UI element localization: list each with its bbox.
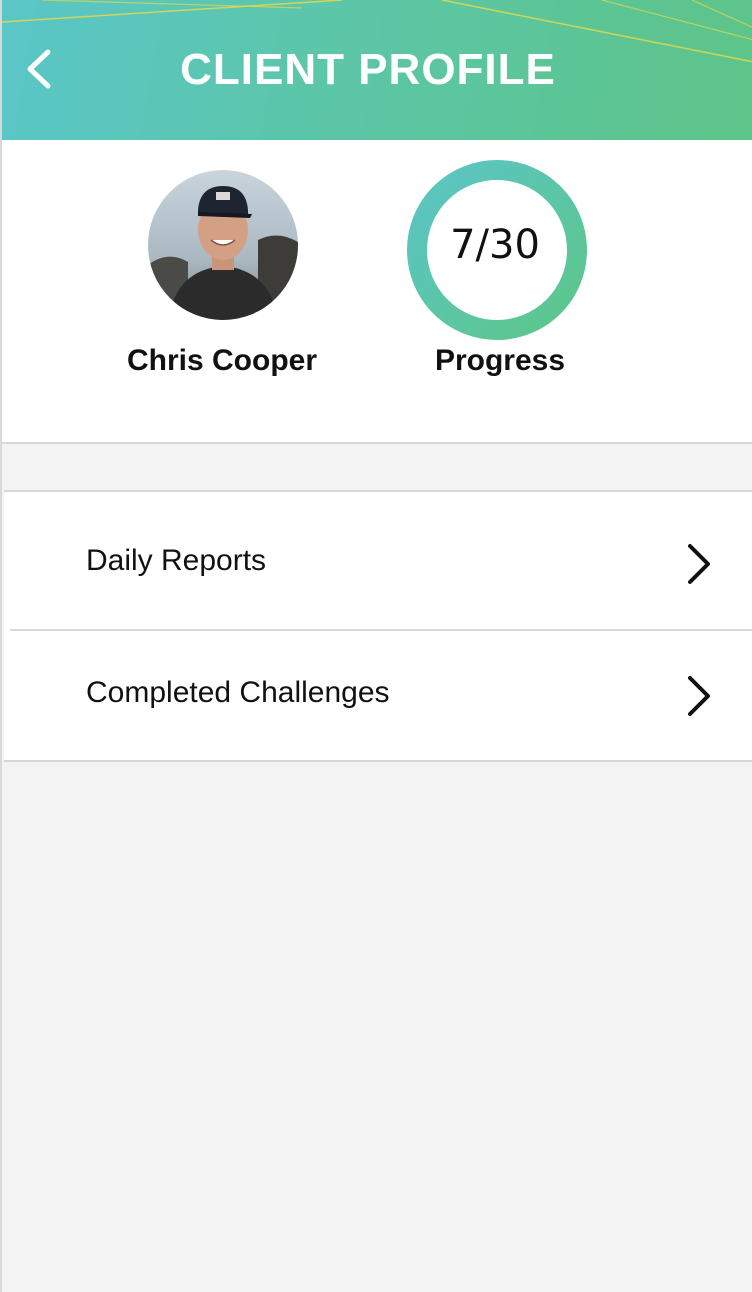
profile-summary: Chris Cooper 7/30 Progress — [2, 140, 752, 444]
chevron-right-icon — [688, 544, 710, 584]
menu-item-label: Completed Challenges — [86, 676, 390, 709]
chevron-right-icon — [688, 676, 710, 716]
header-bar: CLIENT PROFILE — [2, 0, 752, 140]
progress-label: Progress — [434, 344, 566, 377]
page-title: CLIENT PROFILE — [180, 45, 556, 94]
menu-item-completed-challenges[interactable]: Completed Challenges — [4, 630, 752, 762]
profile-menu: Daily Reports Completed Challenges — [4, 490, 752, 762]
client-profile-screen: CLIENT PROFILE Chris Cooper 7/30 Progres… — [0, 0, 752, 1292]
progress-value: 7/30 — [450, 222, 540, 268]
client-name: Chris Cooper — [126, 344, 318, 377]
menu-item-daily-reports[interactable]: Daily Reports — [4, 492, 752, 630]
menu-item-label: Daily Reports — [86, 544, 267, 577]
avatar — [148, 170, 298, 320]
avatar-photo — [148, 170, 298, 320]
